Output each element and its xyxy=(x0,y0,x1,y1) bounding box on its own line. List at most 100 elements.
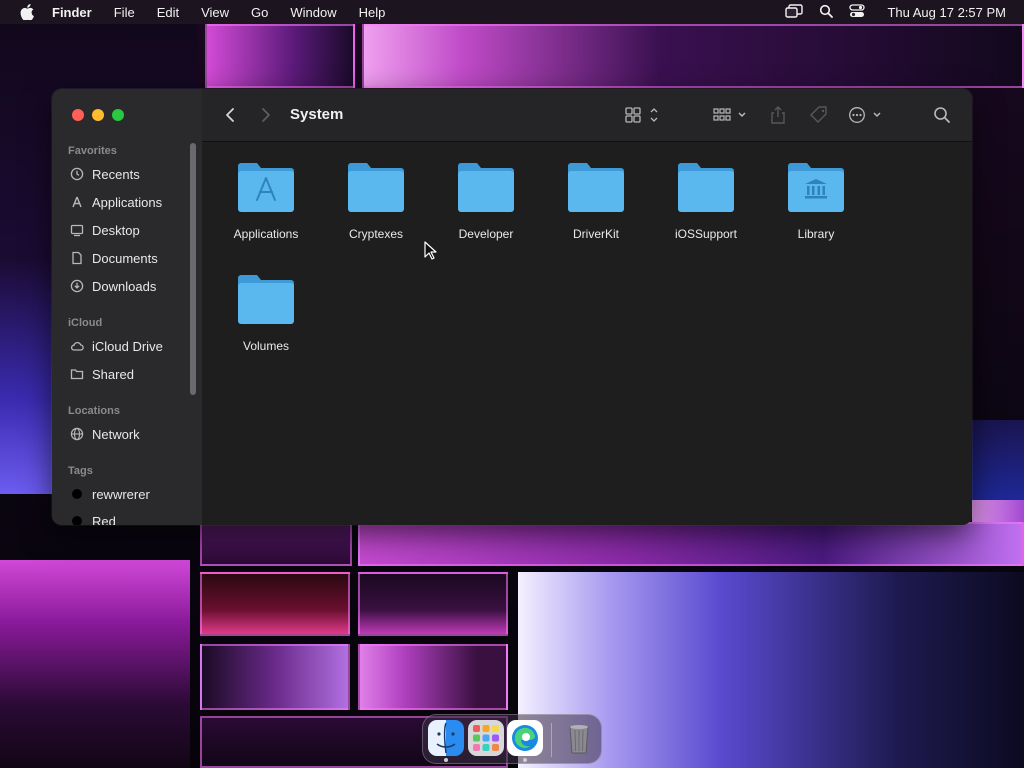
sidebar-item-recents[interactable]: Recents xyxy=(70,164,140,184)
dock-launchpad-icon[interactable] xyxy=(468,720,504,756)
folder-iossupport[interactable]: iOSSupport xyxy=(656,162,756,241)
sidebar-item-icloud-drive[interactable]: iCloud Drive xyxy=(70,336,163,356)
folder-icon xyxy=(566,162,626,214)
globe-icon xyxy=(70,427,84,441)
dock-finder-icon[interactable] xyxy=(428,720,464,756)
folder-library[interactable]: Library xyxy=(766,162,866,241)
finder-window: Favorites Recents Applications Desktop D… xyxy=(52,89,972,525)
search-icon xyxy=(934,107,950,123)
grid-view-icon xyxy=(625,107,658,123)
running-indicator xyxy=(444,758,448,762)
tag-color-dot xyxy=(72,489,82,499)
folder-label: iOSSupport xyxy=(674,227,738,241)
group-by-button[interactable] xyxy=(712,105,750,125)
sidebar-item-label: Network xyxy=(92,426,140,442)
library-folder-icon xyxy=(786,162,846,214)
spotlight-search-icon[interactable] xyxy=(819,4,834,21)
chevron-right-icon xyxy=(262,108,270,122)
sidebar-header-tags: Tags xyxy=(68,465,93,477)
shared-folder-icon xyxy=(70,369,84,380)
sidebar-header-locations: Locations xyxy=(68,405,120,417)
screen-mirroring-icon[interactable] xyxy=(785,3,804,21)
sidebar-item-documents[interactable]: Documents xyxy=(70,248,158,268)
share-button[interactable] xyxy=(768,105,788,125)
control-center-icon[interactable] xyxy=(849,3,866,21)
folder-driverkit[interactable]: DriverKit xyxy=(546,162,646,241)
folder-label: Developer xyxy=(458,227,514,241)
search-button[interactable] xyxy=(932,105,952,125)
menu-window[interactable]: Window xyxy=(290,5,336,20)
download-icon xyxy=(70,279,84,293)
zoom-button[interactable] xyxy=(112,109,124,121)
menu-app-name[interactable]: Finder xyxy=(52,5,92,20)
applications-icon xyxy=(72,196,82,208)
window-controls xyxy=(72,109,124,121)
folder-label: DriverKit xyxy=(572,227,619,241)
group-icon xyxy=(713,108,746,121)
folder-cryptexes[interactable]: Cryptexes xyxy=(326,162,426,241)
sidebar-item-network[interactable]: Network xyxy=(70,424,140,444)
sidebar-tag-red[interactable]: Red xyxy=(70,511,116,525)
sidebar-item-label: rewwrerer xyxy=(92,486,150,502)
dock xyxy=(422,714,602,764)
forward-button[interactable] xyxy=(258,105,274,125)
folder-icon xyxy=(456,162,516,214)
cloud-icon xyxy=(70,341,84,351)
menu-view[interactable]: View xyxy=(201,5,229,20)
sidebar: Favorites Recents Applications Desktop D… xyxy=(52,89,203,525)
sidebar-item-applications[interactable]: Applications xyxy=(70,192,162,212)
sidebar-scrollbar[interactable] xyxy=(190,143,196,395)
dock-separator xyxy=(551,723,552,757)
folder-developer[interactable]: Developer xyxy=(436,162,536,241)
file-grid: Applications Cryptexes Developer DriverK… xyxy=(202,142,972,525)
document-icon xyxy=(72,251,82,265)
folder-applications[interactable]: Applications xyxy=(216,162,316,241)
sidebar-item-label: Desktop xyxy=(92,222,140,238)
minimize-button[interactable] xyxy=(92,109,104,121)
folder-icon xyxy=(346,162,406,214)
mouse-pointer-icon xyxy=(424,241,437,260)
folder-label: Volumes xyxy=(242,339,290,353)
back-button[interactable] xyxy=(222,105,238,125)
sidebar-item-downloads[interactable]: Downloads xyxy=(70,276,156,296)
sidebar-item-desktop[interactable]: Desktop xyxy=(70,220,140,240)
menu-go[interactable]: Go xyxy=(251,5,268,20)
share-icon xyxy=(771,106,785,124)
ellipsis-circle-icon xyxy=(849,107,881,123)
dock-trash-icon[interactable] xyxy=(561,720,597,756)
menu-file[interactable]: File xyxy=(114,5,135,20)
sidebar-item-label: Shared xyxy=(92,366,134,382)
folder-volumes[interactable]: Volumes xyxy=(216,274,316,353)
tag-button[interactable] xyxy=(808,105,830,125)
tag-icon xyxy=(810,106,827,123)
chevron-left-icon xyxy=(226,108,234,122)
folder-icon xyxy=(236,274,296,326)
menu-edit[interactable]: Edit xyxy=(157,5,179,20)
sidebar-item-label: Applications xyxy=(92,194,163,210)
menu-clock[interactable]: Thu Aug 17 2:57 PM xyxy=(887,5,1006,20)
close-button[interactable] xyxy=(72,109,84,121)
tag-color-dot xyxy=(72,516,82,525)
sidebar-item-label: Documents xyxy=(92,250,158,266)
clock-icon xyxy=(70,167,84,181)
window-title: System xyxy=(290,106,344,123)
more-actions-button[interactable] xyxy=(848,105,884,125)
folder-label: Cryptexes xyxy=(348,227,404,241)
folder-icon xyxy=(676,162,736,214)
menu-help[interactable]: Help xyxy=(359,5,386,20)
running-indicator xyxy=(523,758,527,762)
view-mode-button[interactable] xyxy=(624,105,662,125)
sidebar-item-label: Downloads xyxy=(92,278,157,294)
folder-label: Applications xyxy=(233,227,299,241)
sidebar-item-shared[interactable]: Shared xyxy=(70,364,134,384)
sidebar-header-favorites: Favorites xyxy=(68,145,117,157)
sidebar-tag-rewwrerer[interactable]: rewwrerer xyxy=(70,484,150,504)
menu-bar: Finder File Edit View Go Window Help Thu… xyxy=(0,0,1024,24)
sidebar-item-label: Red xyxy=(92,513,116,526)
sidebar-item-label: iCloud Drive xyxy=(92,338,163,354)
dock-edge-icon[interactable] xyxy=(507,720,543,756)
applications-folder-icon xyxy=(236,162,296,214)
sidebar-header-icloud: iCloud xyxy=(68,317,103,329)
toolbar: System xyxy=(202,89,972,142)
apple-icon[interactable] xyxy=(18,3,36,21)
